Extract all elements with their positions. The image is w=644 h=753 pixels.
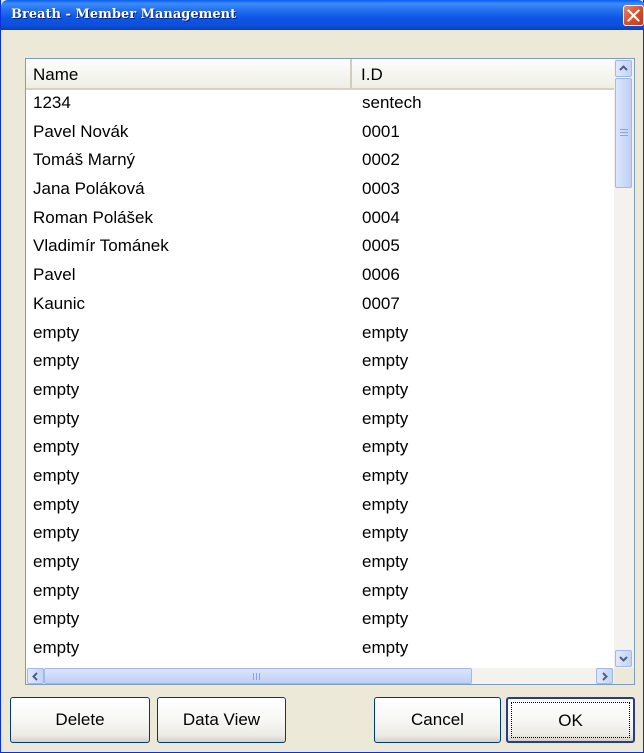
table-row[interactable]: empty empty <box>26 320 614 349</box>
cancel-button[interactable]: Cancel <box>374 697 501 743</box>
table-row[interactable]: Jana Poláková 0003 <box>26 176 614 205</box>
cell-id: empty <box>362 351 409 371</box>
cell-id: empty <box>362 523 409 543</box>
cell-name: Kaunic <box>33 293 85 313</box>
cell-name: 1234 <box>33 93 71 112</box>
delete-button[interactable]: Delete <box>10 697 150 743</box>
member-list[interactable]: Name I.D 1234 sentech Pavel Novák 0001 Tomáš… <box>25 58 635 685</box>
cell-id: 0005 <box>362 236 400 256</box>
cell-name: Pavel Novák <box>33 121 129 141</box>
table-row[interactable]: empty empty <box>26 635 614 664</box>
table-row[interactable]: empty empty <box>26 377 614 406</box>
cell-id: empty <box>362 322 409 342</box>
scroll-left-button[interactable] <box>27 668 44 684</box>
scroll-up-arrow-icon <box>619 65 628 71</box>
title-bar[interactable]: Breath - Member Management <box>1 0 644 30</box>
cell-name: Pavel <box>33 265 76 285</box>
table-row[interactable]: 1234 sentech <box>26 90 614 119</box>
cell-id: empty <box>362 580 409 600</box>
cell-name: empty <box>33 609 80 629</box>
cell-name: empty <box>33 351 80 371</box>
column-header-id[interactable]: I.D <box>354 59 614 88</box>
table-row[interactable]: empty empty <box>26 348 614 377</box>
scroll-right-arrow-icon <box>602 672 608 681</box>
table-row[interactable]: empty empty <box>26 606 614 635</box>
cell-name: empty <box>33 580 80 600</box>
cell-name: Vladimír Tománek <box>33 236 169 256</box>
vertical-scrollbar[interactable] <box>614 59 634 668</box>
horizontal-scroll-thumb[interactable] <box>44 668 472 684</box>
table-row[interactable]: empty empty <box>26 463 614 492</box>
cell-name: empty <box>33 465 80 485</box>
focus-rectangle <box>511 702 630 738</box>
table-row[interactable]: empty empty <box>26 549 614 578</box>
cell-id: sentech <box>362 93 422 112</box>
scroll-down-button[interactable] <box>615 650 632 667</box>
close-icon <box>627 9 640 22</box>
cell-name: empty <box>33 638 80 658</box>
table-row[interactable]: empty empty <box>26 578 614 607</box>
cell-id: 0003 <box>362 179 400 199</box>
cell-name: empty <box>33 437 80 457</box>
column-header-name[interactable]: Name <box>26 59 352 88</box>
table-row[interactable]: Tomáš Marný 0002 <box>26 147 614 176</box>
table-row[interactable]: Pavel Novák 0001 <box>26 119 614 148</box>
cell-id: empty <box>362 638 409 658</box>
data-view-button[interactable]: Data View <box>157 697 286 743</box>
table-row[interactable]: Vladimír Tománek 0005 <box>26 233 614 262</box>
cell-name: empty <box>33 379 80 399</box>
table-row[interactable]: empty empty <box>26 434 614 463</box>
cell-id: empty <box>362 437 409 457</box>
cell-name: empty <box>33 322 80 342</box>
table-row[interactable]: Roman Polášek 0004 <box>26 205 614 234</box>
table-row[interactable]: empty empty <box>26 520 614 549</box>
scroll-left-arrow-icon <box>32 672 38 681</box>
cell-id: empty <box>362 408 409 428</box>
cell-name: empty <box>33 494 80 514</box>
table-row[interactable]: Kaunic 0007 <box>26 291 614 320</box>
cell-id: empty <box>362 552 409 571</box>
cell-id: 0007 <box>362 293 400 313</box>
cell-id: 0002 <box>362 150 400 170</box>
scroll-up-button[interactable] <box>615 60 632 77</box>
scroll-right-button[interactable] <box>596 668 613 684</box>
vertical-scroll-thumb[interactable] <box>615 78 632 188</box>
cell-id: empty <box>362 465 409 485</box>
close-button[interactable] <box>623 5 644 26</box>
table-row[interactable]: Pavel 0006 <box>26 262 614 291</box>
cell-name: empty <box>33 408 80 428</box>
cell-name: Jana Poláková <box>33 179 145 199</box>
cell-name: empty <box>33 523 80 543</box>
cell-name: Roman Polášek <box>33 207 154 227</box>
cell-id: 0004 <box>362 207 400 227</box>
list-rows: 1234 sentech Pavel Novák 0001 Tomáš Marný 000… <box>26 90 614 684</box>
table-row[interactable]: empty empty <box>26 406 614 435</box>
window-title: Breath - Member Management <box>11 7 237 22</box>
list-header: Name I.D <box>26 59 614 90</box>
member-management-window: Breath - Member Management Name I.D 1234… <box>0 0 644 753</box>
scrollbar-corner <box>614 668 634 684</box>
table-row[interactable]: empty empty <box>26 492 614 521</box>
scroll-down-arrow-icon <box>619 656 628 662</box>
cell-id: 0001 <box>362 121 400 141</box>
cell-id: empty <box>362 494 409 514</box>
cell-id: 0006 <box>362 265 400 285</box>
horizontal-scrollbar[interactable] <box>26 668 614 684</box>
cell-id: empty <box>362 609 409 629</box>
cell-id: empty <box>362 379 409 399</box>
cell-name: Tomáš Marný <box>33 150 136 170</box>
ok-button[interactable]: OK <box>506 697 635 743</box>
cell-name: empty <box>33 552 80 571</box>
